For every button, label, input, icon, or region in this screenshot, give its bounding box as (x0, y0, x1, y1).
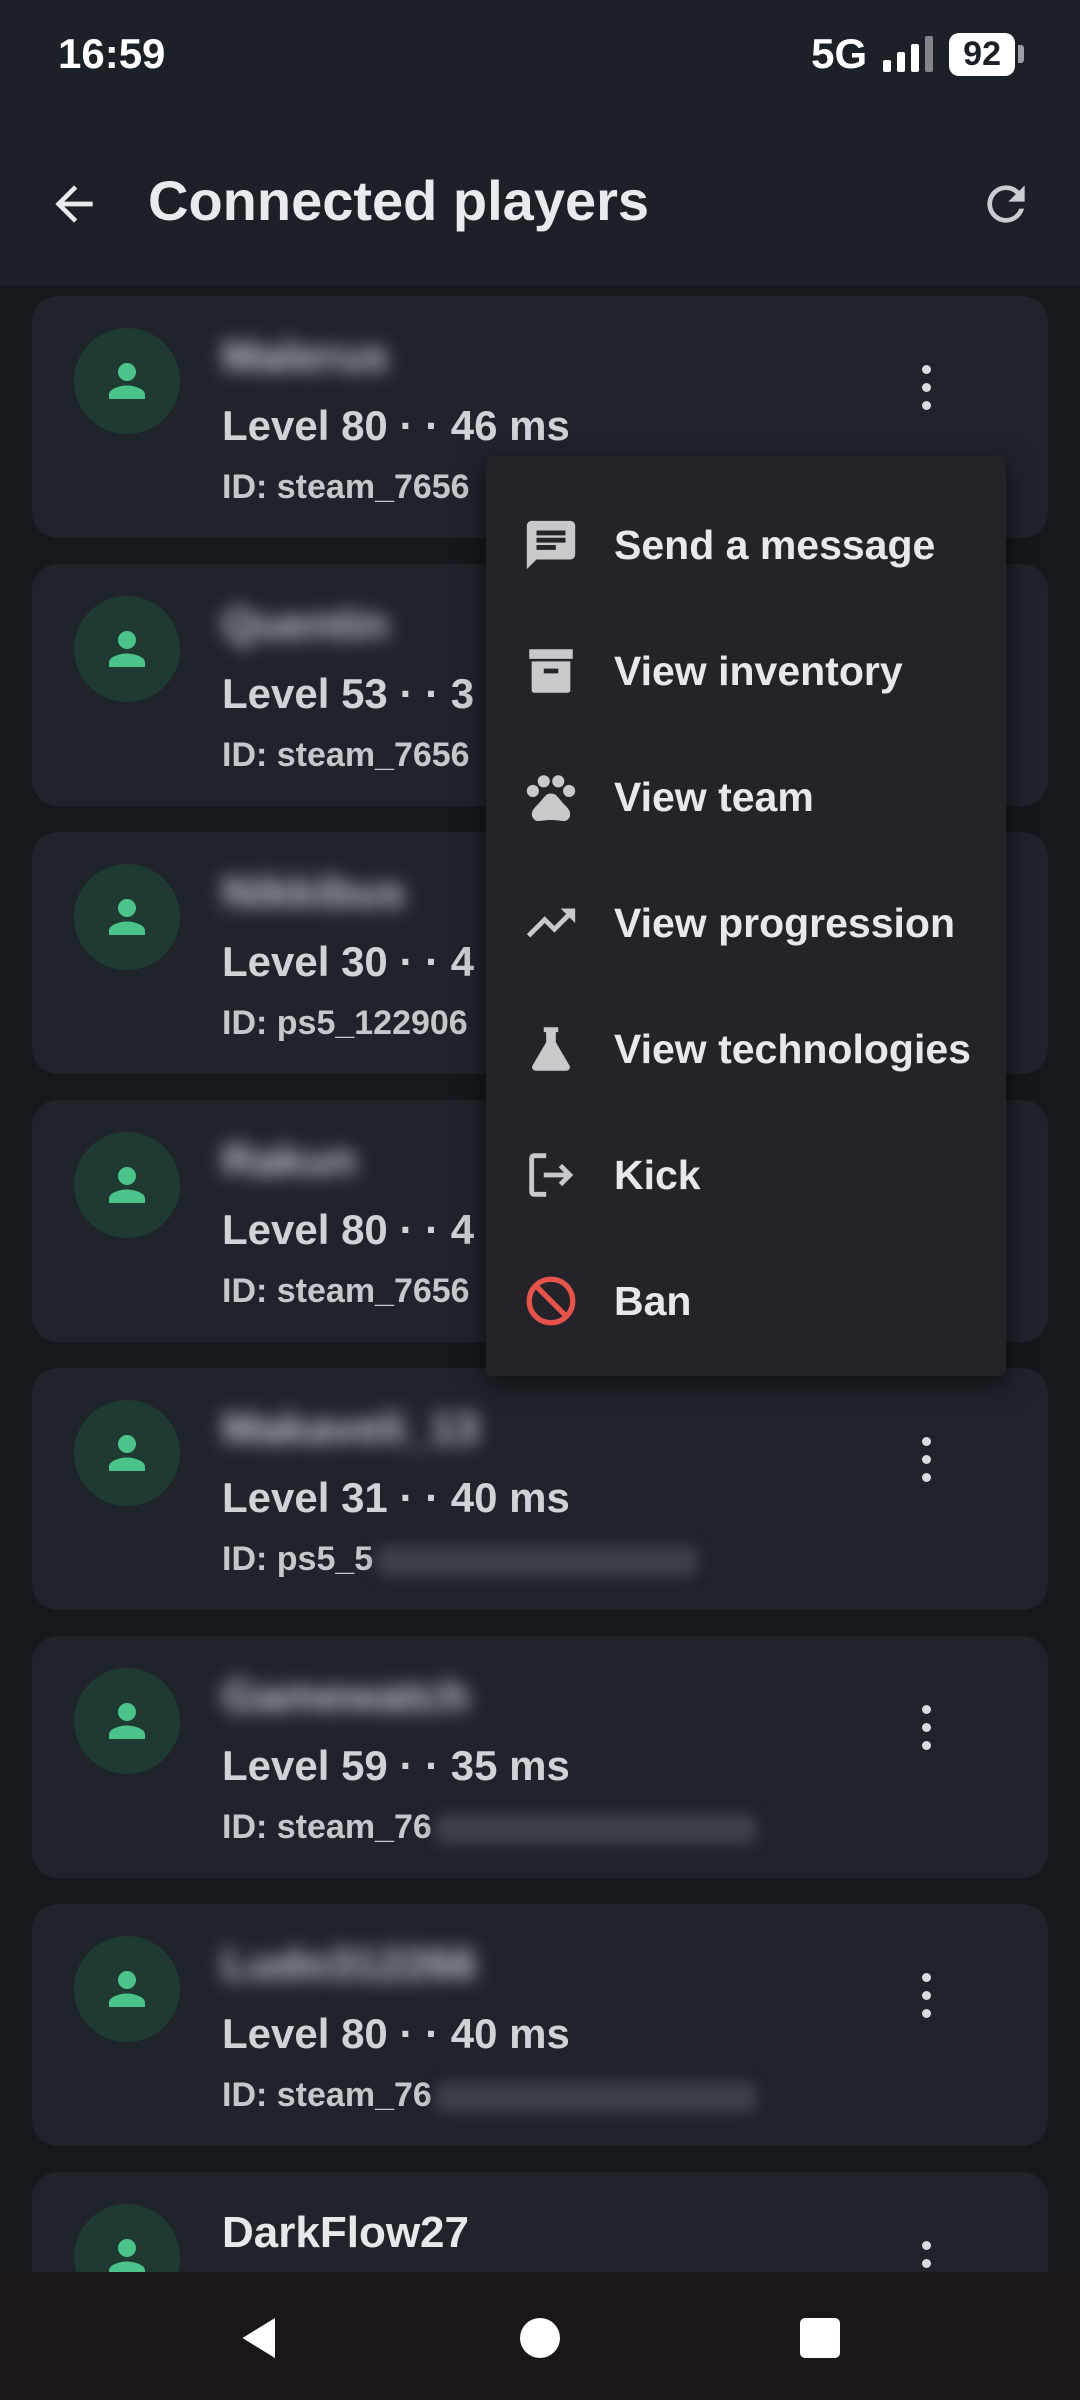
player-name: DarkFlow27 (222, 2208, 469, 2257)
player-id: ID: steam_76 (222, 2076, 756, 2115)
redacted-id (435, 1814, 756, 1845)
player-id: ID: steam_7656 (222, 736, 470, 774)
status-indicators: 5G 92 (811, 30, 1024, 78)
nav-recents-icon[interactable] (790, 2308, 850, 2368)
player-name: Rakun (222, 1136, 357, 1185)
person-icon (109, 1167, 145, 1203)
player-name: Gamewatch (222, 1672, 469, 1721)
status-bar: 16:59 5G 92 (0, 0, 1080, 120)
more-options-icon[interactable] (904, 1968, 948, 2028)
paw-icon (526, 775, 576, 822)
nav-back-icon[interactable] (230, 2308, 290, 2368)
battery-icon: 92 (949, 32, 1024, 76)
menu-item-send-message[interactable]: Send a message (486, 482, 1006, 608)
message-icon (526, 520, 576, 570)
more-options-icon[interactable] (904, 1432, 948, 1492)
player-level-ping: Level 30 · · 4 (222, 938, 475, 985)
player-name: Nikkibus (222, 868, 406, 917)
player-card[interactable]: DarkFlow27 (32, 2172, 1048, 2272)
player-id: ID: ps5_5 (222, 1540, 698, 1579)
menu-item-view-team[interactable]: View team (486, 734, 1006, 860)
player-level-ping: Level 80 · · 40 ms (222, 2010, 570, 2057)
person-icon (109, 1703, 145, 1739)
app-bar: Connected players (0, 120, 1080, 286)
player-card[interactable]: Ludo312266 Level 80 · · 40 ms ID: steam_… (32, 1904, 1048, 2146)
player-id: ID: steam_7656 (222, 468, 470, 506)
menu-item-ban[interactable]: Ban (486, 1238, 1006, 1364)
battery-level: 92 (949, 32, 1015, 76)
person-icon (109, 631, 145, 667)
more-options-icon[interactable] (904, 1700, 948, 1760)
flask-icon (532, 1027, 570, 1071)
status-time: 16:59 (58, 30, 166, 77)
player-level-ping: Level 31 · · 40 ms (222, 1474, 570, 1521)
signal-icon (883, 36, 934, 72)
player-name: Ludo312266 (222, 1940, 477, 1989)
player-id: ID: ps5_122906 (222, 1004, 468, 1042)
player-name: Malerus (222, 332, 389, 381)
avatar (74, 1132, 180, 1238)
page-title: Connected players (148, 169, 650, 232)
avatar (74, 2204, 180, 2272)
menu-item-view-progression[interactable]: View progression (486, 860, 1006, 986)
block-icon (526, 1276, 576, 1326)
avatar (74, 328, 180, 434)
player-card[interactable]: Gamewatch Level 59 · · 35 ms ID: steam_7… (32, 1636, 1048, 1878)
redacted-id (435, 2082, 756, 2113)
network-type: 5G (811, 30, 868, 77)
person-icon (109, 1971, 145, 2007)
player-level-ping: Level 80 · · 4 (222, 1206, 475, 1253)
person-icon (109, 899, 145, 935)
nav-home-icon[interactable] (510, 2308, 570, 2368)
more-options-icon[interactable] (904, 2236, 948, 2272)
refresh-icon[interactable] (978, 176, 1034, 232)
arrow-left-icon[interactable] (46, 176, 102, 232)
menu-item-view-inventory[interactable]: View inventory (486, 608, 1006, 734)
more-options-icon[interactable] (904, 360, 948, 420)
avatar (74, 1668, 180, 1774)
redacted-id (377, 1546, 698, 1577)
archive-box-icon (529, 649, 573, 693)
avatar (74, 596, 180, 702)
avatar (74, 1400, 180, 1506)
player-name: Makaveli_13 (222, 1404, 479, 1453)
person-icon (109, 2239, 145, 2272)
system-nav-bar (0, 2272, 1080, 2400)
player-id: ID: steam_7656 (222, 1272, 470, 1310)
menu-item-kick[interactable]: Kick (486, 1112, 1006, 1238)
player-level-ping: Level 53 · · 3 (222, 670, 475, 717)
player-level-ping: Level 59 · · 35 ms (222, 1742, 570, 1789)
player-id: ID: steam_76 (222, 1808, 756, 1847)
person-icon (109, 1435, 145, 1471)
player-name: Quentin (222, 600, 389, 649)
player-context-menu: Send a message View inventory View team … (486, 456, 1006, 1376)
avatar (74, 864, 180, 970)
player-level-ping: Level 80 · · 46 ms (222, 402, 570, 449)
menu-item-view-technologies[interactable]: View technologies (486, 986, 1006, 1112)
player-card[interactable]: Makaveli_13 Level 31 · · 40 ms ID: ps5_5 (32, 1368, 1048, 1610)
avatar (74, 1936, 180, 2042)
trending-up-icon (526, 908, 576, 938)
logout-icon (529, 1153, 574, 1197)
person-icon (109, 363, 145, 399)
